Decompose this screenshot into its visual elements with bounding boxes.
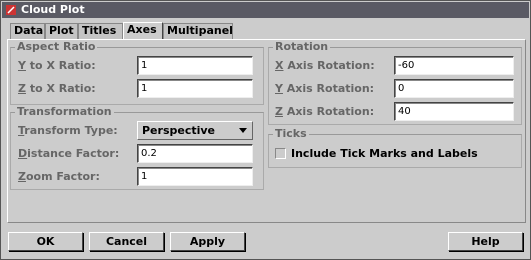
x-axis-rotation-input[interactable]: -60	[394, 56, 514, 75]
tab-axes[interactable]: Axes	[123, 22, 163, 39]
z-axis-rotation-label: Z Axis Rotation:	[275, 105, 375, 118]
transform-type-value: Perspective	[142, 124, 216, 137]
chevron-down-icon	[239, 128, 247, 133]
transform-type-select[interactable]: Perspective	[137, 121, 253, 140]
include-ticks-checkbox[interactable]	[275, 148, 286, 159]
y-to-x-ratio-input[interactable]: 1	[137, 56, 253, 75]
include-ticks-option[interactable]: Include Tick Marks and Labels	[275, 147, 495, 161]
zoom-factor-label: Zoom Factor:	[18, 170, 100, 183]
app-icon	[6, 5, 16, 15]
include-ticks-label: Include Tick Marks and Labels	[291, 147, 478, 160]
z-to-x-ratio-input[interactable]: 1	[137, 79, 253, 98]
cloud-plot-dialog: Cloud Plot Data Plot Titles Axes Multipa…	[0, 0, 531, 260]
ok-button[interactable]: OK	[8, 232, 83, 251]
y-axis-rotation-input[interactable]: 0	[394, 79, 514, 98]
transformation-title: Transformation	[15, 105, 114, 119]
tab-data[interactable]: Data	[10, 23, 45, 39]
window-title: Cloud Plot	[21, 3, 85, 16]
y-to-x-ratio-label: Y to X Ratio:	[18, 59, 96, 72]
tab-titles[interactable]: Titles	[78, 23, 123, 39]
distance-factor-input[interactable]: 0.2	[137, 144, 253, 163]
x-axis-rotation-label: X Axis Rotation:	[275, 59, 375, 72]
y-axis-rotation-label: Y Axis Rotation:	[275, 82, 375, 95]
transform-type-label: Transform Type:	[18, 124, 118, 137]
aspect-ratio-title: Aspect Ratio	[15, 40, 98, 54]
title-bar[interactable]: Cloud Plot	[2, 2, 529, 18]
zoom-factor-input[interactable]: 1	[137, 167, 253, 186]
cancel-button[interactable]: Cancel	[89, 232, 164, 251]
axes-panel: Aspect Ratio Y to X Ratio: 1 Z to X Rati…	[7, 39, 526, 223]
rotation-title: Rotation	[273, 40, 331, 54]
z-axis-rotation-input[interactable]: 40	[394, 102, 514, 121]
distance-factor-label: Distance Factor:	[18, 147, 120, 160]
tab-multipanel[interactable]: Multipanel	[163, 23, 233, 39]
help-button[interactable]: Help	[448, 232, 523, 251]
ticks-title: Ticks	[273, 127, 309, 141]
tab-plot[interactable]: Plot	[45, 23, 78, 39]
z-to-x-ratio-label: Z to X Ratio:	[18, 82, 96, 95]
apply-button[interactable]: Apply	[170, 232, 245, 251]
